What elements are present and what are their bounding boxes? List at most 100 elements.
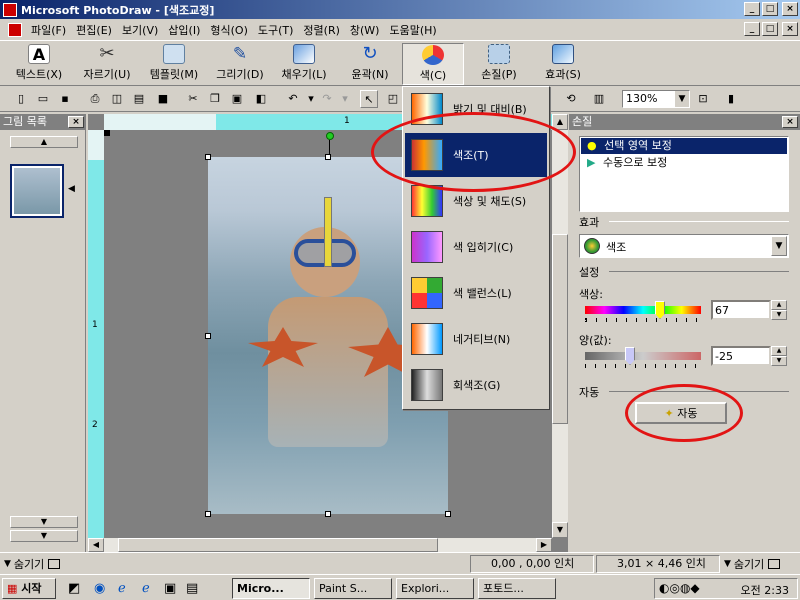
start-button[interactable]: ▦ 시작 <box>2 578 56 599</box>
menu-item-tint[interactable]: 색조(T) <box>405 133 547 177</box>
clock[interactable]: 오전 2:33 <box>741 582 789 598</box>
menu-item-hue-saturation[interactable]: 색상 및 채도(S) <box>405 179 547 223</box>
rotate-icon[interactable]: ⟲ <box>562 90 580 108</box>
scroll-up-arrow-icon[interactable]: ▲ <box>552 114 568 130</box>
vertical-ruler[interactable]: 1 2 <box>88 130 104 540</box>
hide-left-toggle[interactable]: ▼ 숨기기 <box>4 556 61 572</box>
resize-handle-w[interactable] <box>205 333 211 339</box>
menu-tools[interactable]: 도구(T) <box>253 22 299 38</box>
color-button[interactable]: 색(C) <box>402 43 464 85</box>
menu-edit[interactable]: 편집(E) <box>71 22 117 38</box>
task-explorer[interactable]: Explori... <box>396 578 474 599</box>
scroll-right-arrow-icon[interactable]: ▶ <box>536 538 552 552</box>
menu-file[interactable]: 파일(F) <box>26 22 71 38</box>
rotate-handle[interactable] <box>326 132 334 140</box>
help-book-icon[interactable]: ▮ <box>722 90 740 108</box>
open-folder-icon[interactable]: ▭ <box>34 90 52 108</box>
resize-handle-s[interactable] <box>325 511 331 517</box>
resize-handle-nw[interactable] <box>205 154 211 160</box>
hide-right-toggle[interactable]: ▼ 숨기기 <box>724 556 781 572</box>
print-icon[interactable]: ⎙ <box>86 90 104 108</box>
mode-item-select-area[interactable]: ● 선택 영역 보정 <box>581 138 787 154</box>
picture-list-close-button[interactable]: × <box>68 116 84 128</box>
menu-item-color-balance[interactable]: 색 밸런스(L) <box>405 271 547 315</box>
amount-value-field[interactable] <box>711 346 771 366</box>
resize-handle-n[interactable] <box>325 154 331 160</box>
template-button[interactable]: 템플릿(M) <box>140 43 208 85</box>
hue-slider-thumb[interactable] <box>655 301 665 319</box>
zoom-fit-icon[interactable]: ⊡ <box>694 90 712 108</box>
pointer-icon[interactable]: ↖ <box>360 90 378 108</box>
mode-item-manual[interactable]: ▶ 수동으로 보정 <box>581 155 787 171</box>
task-word[interactable]: 포토드... <box>478 578 556 599</box>
amount-slider-thumb[interactable] <box>625 347 635 365</box>
scroll-bottom-button[interactable]: ▼ <box>10 530 78 542</box>
menu-item-brightness-contrast[interactable]: 밝기 및 대비(B) <box>405 87 547 131</box>
channel-icon[interactable]: ▤ <box>186 581 198 596</box>
menu-window[interactable]: 창(W) <box>345 22 385 38</box>
close-button[interactable]: × <box>782 2 798 16</box>
format-painter-icon[interactable]: ◧ <box>252 90 270 108</box>
arrange-icon[interactable]: ◰ <box>384 90 402 108</box>
picture-thumbnail[interactable] <box>10 164 64 218</box>
menu-item-negative[interactable]: 네거티브(N) <box>405 317 547 361</box>
amount-spin-down-icon[interactable]: ▼ <box>771 356 787 366</box>
resize-handle-sw[interactable] <box>205 511 211 517</box>
draw-button[interactable]: ✎ 그리기(D) <box>208 43 272 85</box>
doc-minimize-button[interactable]: _ <box>744 22 760 36</box>
doc-close-button[interactable]: × <box>782 22 798 36</box>
vertical-scrollbar[interactable]: ▲ ▼ <box>552 114 568 538</box>
copy-icon[interactable]: ❐ <box>206 90 224 108</box>
menu-item-colorize[interactable]: 색 입히기(C) <box>405 225 547 269</box>
resize-handle-se[interactable] <box>445 511 451 517</box>
scroll-up-button[interactable]: ▲ <box>10 136 78 148</box>
crop-button[interactable]: ✂ 자르기(U) <box>76 43 138 85</box>
vertical-scroll-thumb[interactable] <box>552 234 568 424</box>
amount-slider-track[interactable] <box>585 352 701 360</box>
camera-icon[interactable]: ■ <box>154 90 172 108</box>
hue-value-field[interactable] <box>711 300 771 320</box>
fill-button[interactable]: 채우기(L) <box>272 43 336 85</box>
quicklaunch-icon[interactable]: ◩ <box>68 581 80 596</box>
redo-dropdown-icon[interactable]: ▾ <box>336 90 354 108</box>
touchup-panel-close-button[interactable]: × <box>782 116 798 128</box>
ie2-icon[interactable]: ℯ <box>142 581 150 596</box>
maximize-button[interactable]: □ <box>762 2 778 16</box>
undo-icon[interactable]: ↶ <box>284 90 302 108</box>
menu-help[interactable]: 도움말(H) <box>384 22 441 38</box>
effect-select[interactable]: 색조 ▼ <box>579 234 789 258</box>
hue-spin-up-icon[interactable]: ▲ <box>771 300 787 310</box>
doc-restore-button[interactable]: □ <box>762 22 778 36</box>
touchup-button[interactable]: 손질(P) <box>470 43 528 85</box>
scan-icon[interactable]: ▤ <box>130 90 148 108</box>
scroll-left-arrow-icon[interactable]: ◀ <box>88 538 104 552</box>
outline-button[interactable]: ↻ 윤곽(N) <box>340 43 400 85</box>
auto-button[interactable]: ✦ 자동 <box>635 402 727 424</box>
task-paint-shop[interactable]: Paint S... <box>314 578 392 599</box>
horizontal-scrollbar[interactable]: ◀ ▶ <box>88 538 552 552</box>
outlook-icon[interactable]: ◉ <box>94 581 105 596</box>
redo-icon[interactable]: ↷ <box>318 90 336 108</box>
new-icon[interactable]: ▯ <box>12 90 30 108</box>
amount-spin-up-icon[interactable]: ▲ <box>771 346 787 356</box>
minimize-button[interactable]: _ <box>744 2 760 16</box>
desktop-icon[interactable]: ▣ <box>164 581 176 596</box>
tray-icons[interactable]: ◐◎◍◆ <box>659 581 700 595</box>
horizontal-scroll-thumb[interactable] <box>118 538 438 552</box>
scroll-down-arrow-icon[interactable]: ▼ <box>552 522 568 538</box>
zoom-select[interactable]: 130% ▼ <box>622 90 690 108</box>
effects-button[interactable]: 효과(S) <box>534 43 592 85</box>
menu-view[interactable]: 보기(V) <box>117 22 163 38</box>
task-photodraw[interactable]: Micro... <box>232 578 310 599</box>
menu-item-grayscale[interactable]: 회색조(G) <box>405 363 547 407</box>
paste-icon[interactable]: ▣ <box>228 90 246 108</box>
menu-arrange[interactable]: 정렬(R) <box>298 22 344 38</box>
menu-format[interactable]: 형식(O) <box>205 22 252 38</box>
text-button[interactable]: A 텍스트(X) <box>8 43 70 85</box>
scroll-down-button[interactable]: ▼ <box>10 516 78 528</box>
ie-icon[interactable]: ℯ <box>118 581 126 596</box>
save-icon[interactable]: ▪ <box>56 90 74 108</box>
doc-icon[interactable] <box>8 22 22 37</box>
print-preview-icon[interactable]: ◫ <box>108 90 126 108</box>
hue-slider-track[interactable] <box>585 306 701 314</box>
